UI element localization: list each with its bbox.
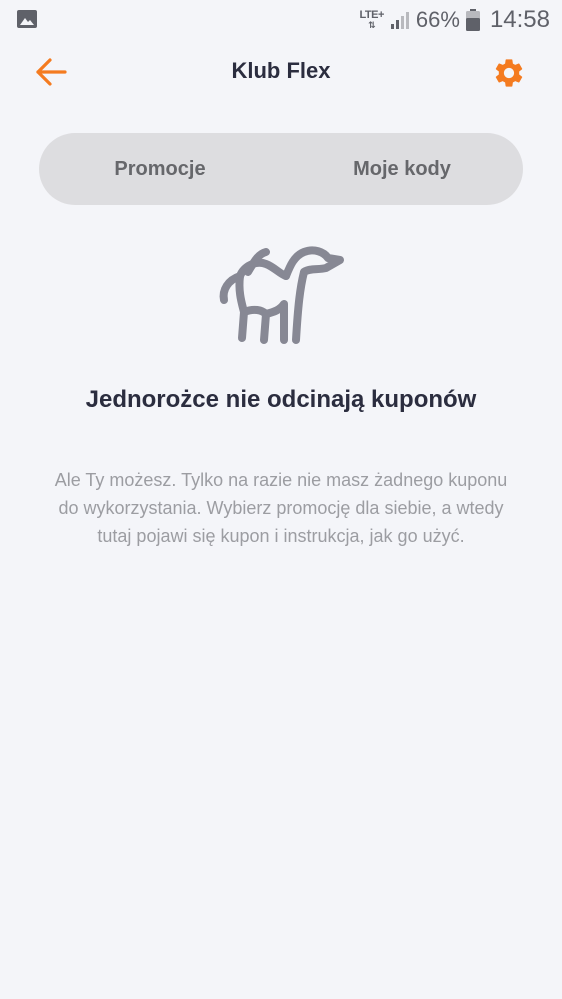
app-bar: Klub Flex bbox=[0, 40, 562, 104]
tab-promocje[interactable]: Promocje bbox=[39, 133, 281, 205]
page-title: Klub Flex bbox=[231, 58, 331, 83]
empty-state-line: tutaj pojawi się kupon i instrukcja, jak… bbox=[97, 526, 465, 546]
network-indicator: LTE+ ⇅ bbox=[359, 9, 385, 31]
status-time: 14:58 bbox=[489, 6, 550, 33]
empty-state-description: Ale Ty możesz. Tylko na razie nie masz ż… bbox=[40, 466, 522, 550]
tabs-switcher: Promocje Moje kody bbox=[39, 133, 523, 205]
gear-icon[interactable] bbox=[492, 56, 526, 90]
unicorn-icon bbox=[219, 246, 344, 344]
data-arrows-icon: ⇅ bbox=[368, 20, 376, 30]
tab-moje-kody[interactable]: Moje kody bbox=[281, 133, 523, 205]
empty-state-title: Jednorożce nie odcinają kuponów bbox=[85, 386, 477, 413]
status-indicators: LTE+ ⇅ 66% 14:58 bbox=[360, 4, 551, 36]
status-bar: LTE+ ⇅ 66% 14:58 bbox=[0, 0, 562, 40]
battery-icon bbox=[465, 9, 480, 31]
signal-strength-icon bbox=[390, 12, 409, 29]
image-notification-icon bbox=[17, 10, 37, 28]
empty-state-line: do wykorzystania. Wybierz promocję dla s… bbox=[58, 498, 504, 518]
battery-percent: 66% bbox=[415, 7, 460, 32]
empty-state-line: Ale Ty możesz. Tylko na razie nie masz ż… bbox=[54, 470, 508, 490]
network-type: LTE+ bbox=[359, 9, 385, 21]
